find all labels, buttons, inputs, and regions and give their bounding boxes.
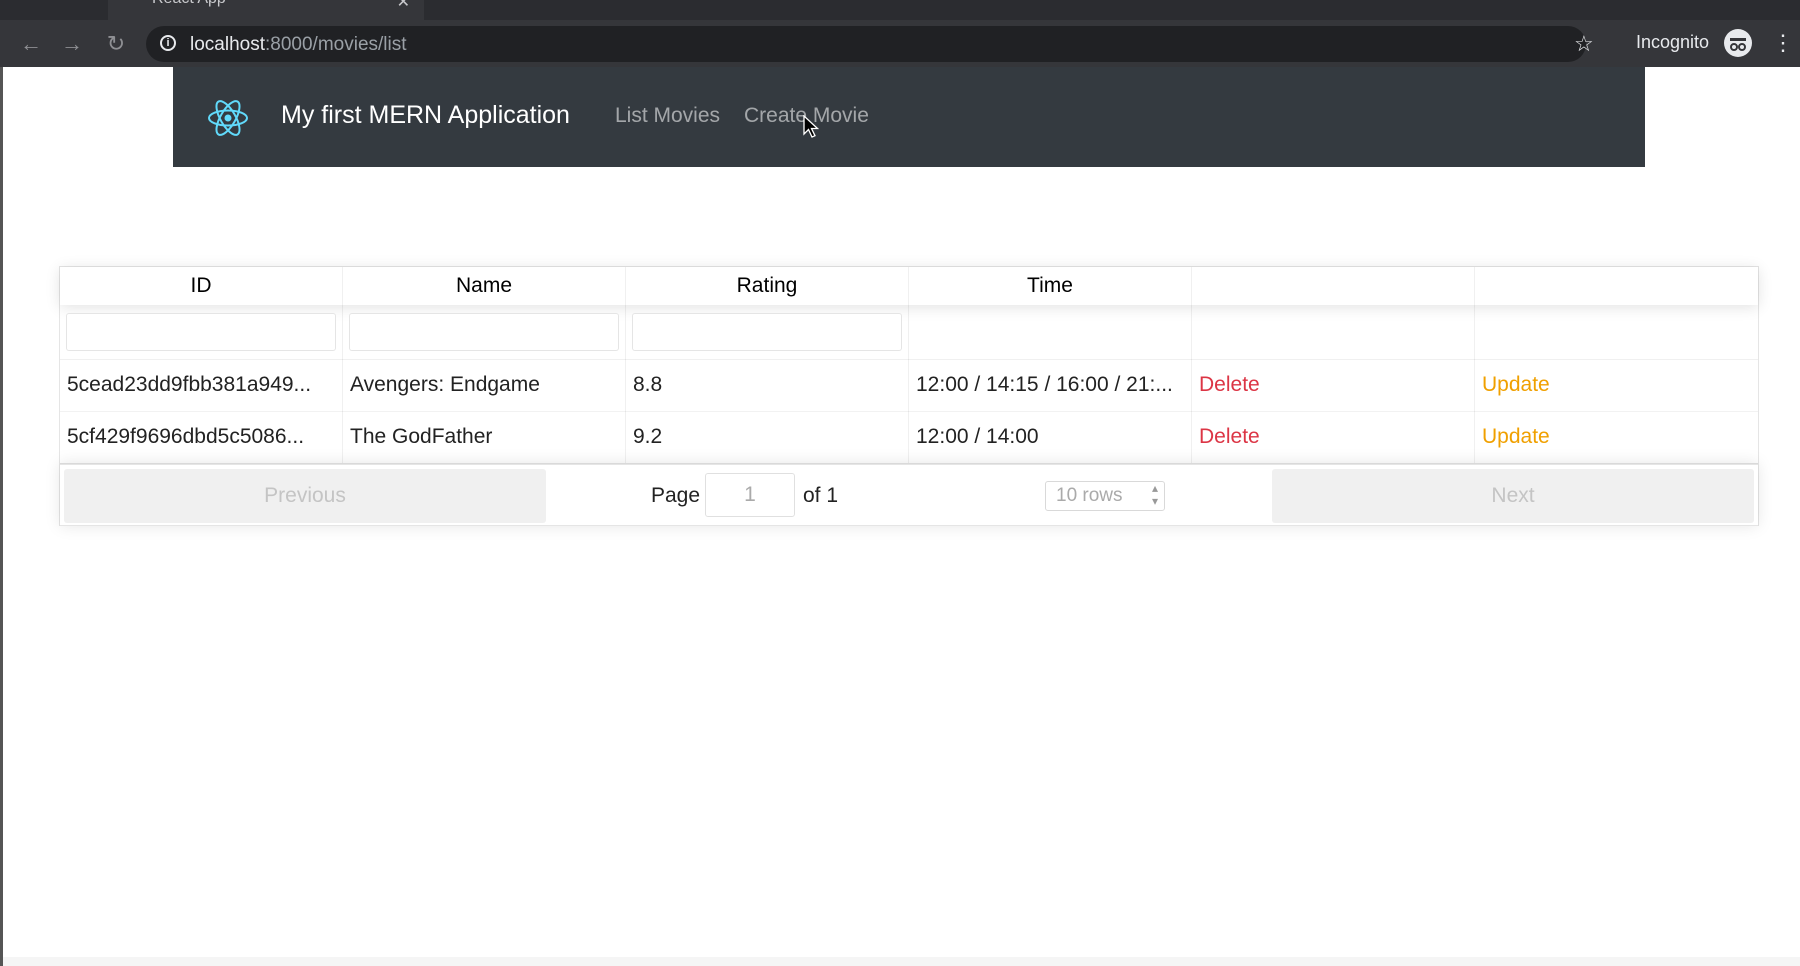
react-logo-icon[interactable]	[207, 97, 249, 139]
page-bottom-edge	[3, 957, 1800, 966]
delete-button[interactable]: Delete	[1199, 373, 1260, 397]
address-bar[interactable]: i localhost:8000/movies/list	[146, 26, 1586, 62]
forward-icon[interactable]: →	[58, 30, 86, 58]
url-text[interactable]: localhost:8000/movies/list	[190, 34, 407, 56]
cell-delete: Delete	[1192, 359, 1475, 411]
cell-name: The GodFather	[343, 411, 626, 463]
back-icon[interactable]: ←	[17, 30, 45, 58]
delete-button[interactable]: Delete	[1199, 425, 1260, 449]
select-arrows-icon: ▴ ▾	[1151, 481, 1158, 508]
tab-close-icon[interactable]: ✕	[397, 0, 410, 12]
info-icon[interactable]: i	[160, 35, 176, 51]
previous-button[interactable]: Previous	[64, 469, 546, 523]
rows-per-page-select[interactable]: 10 rows ▴ ▾	[1045, 481, 1165, 511]
cell-time: 12:00 / 14:00	[909, 411, 1192, 463]
browser-menu-icon[interactable]: ⋮	[1772, 29, 1794, 57]
next-button[interactable]: Next	[1272, 469, 1754, 523]
page-viewport: My first MERN Application List Movies Cr…	[0, 67, 1800, 966]
column-header-id[interactable]: ID	[60, 267, 343, 305]
page-number-input[interactable]: 1	[705, 473, 795, 517]
incognito-label: Incognito	[1636, 32, 1710, 52]
column-header-time[interactable]: Time	[909, 267, 1192, 305]
reload-icon[interactable]: ↻	[102, 30, 130, 58]
rows-per-page-value: 10 rows	[1056, 485, 1123, 506]
cell-time: 12:00 / 14:15 / 16:00 / 21:...	[909, 359, 1192, 411]
update-button[interactable]: Update	[1482, 373, 1550, 397]
mouse-cursor-icon	[803, 115, 819, 138]
browser-tab-strip: React App ✕	[0, 0, 1800, 20]
incognito-icon[interactable]	[1724, 29, 1752, 57]
total-pages-label: of 1	[803, 484, 839, 507]
table-header: ID Name Rating Time	[60, 267, 1758, 305]
app-navbar: My first MERN Application List Movies Cr…	[173, 67, 1645, 167]
cell-rating: 9.2	[626, 411, 909, 463]
cell-name: Avengers: Endgame	[343, 359, 626, 411]
filter-cell-empty	[1475, 305, 1758, 359]
cell-update: Update	[1475, 359, 1758, 411]
column-header-name[interactable]: Name	[343, 267, 626, 305]
cell-id: 5cf429f9696dbd5c5086...	[60, 411, 343, 463]
filter-cell-empty	[1192, 305, 1475, 359]
column-header-rating[interactable]: Rating	[626, 267, 909, 305]
filter-input-name[interactable]	[349, 313, 619, 351]
cell-delete: Delete	[1192, 411, 1475, 463]
column-header-update	[1475, 267, 1758, 305]
bookmark-star-icon[interactable]: ☆	[1574, 31, 1594, 57]
table-row: 5cead23dd9fbb381a949... Avengers: Endgam…	[60, 359, 1758, 412]
filter-row	[60, 305, 1758, 360]
cell-id: 5cead23dd9fbb381a949...	[60, 359, 343, 411]
pagination-bar: Previous Page 1 of 1 10 rows ▴ ▾ Next	[60, 463, 1758, 526]
url-host: localhost	[190, 34, 265, 55]
update-button[interactable]: Update	[1482, 425, 1550, 449]
column-header-delete	[1192, 267, 1475, 305]
movies-table: ID Name Rating Time 5cead23dd9fbb381a949…	[59, 266, 1759, 526]
filter-input-id[interactable]	[66, 313, 336, 351]
filter-cell-empty	[909, 305, 1192, 359]
tab-title: React App	[152, 0, 226, 8]
browser-toolbar: ← → ↻ i localhost:8000/movies/list ☆ Inc…	[0, 20, 1800, 67]
cell-rating: 8.8	[626, 359, 909, 411]
filter-input-rating[interactable]	[632, 313, 902, 351]
app-brand[interactable]: My first MERN Application	[281, 101, 570, 130]
browser-tab[interactable]: React App ✕	[108, 0, 424, 20]
table-row: 5cf429f9696dbd5c5086... The GodFather 9.…	[60, 411, 1758, 464]
url-path: :8000/movies/list	[265, 34, 407, 55]
nav-link-list-movies[interactable]: List Movies	[615, 104, 720, 128]
page-label: Page	[651, 484, 701, 507]
cell-update: Update	[1475, 411, 1758, 463]
